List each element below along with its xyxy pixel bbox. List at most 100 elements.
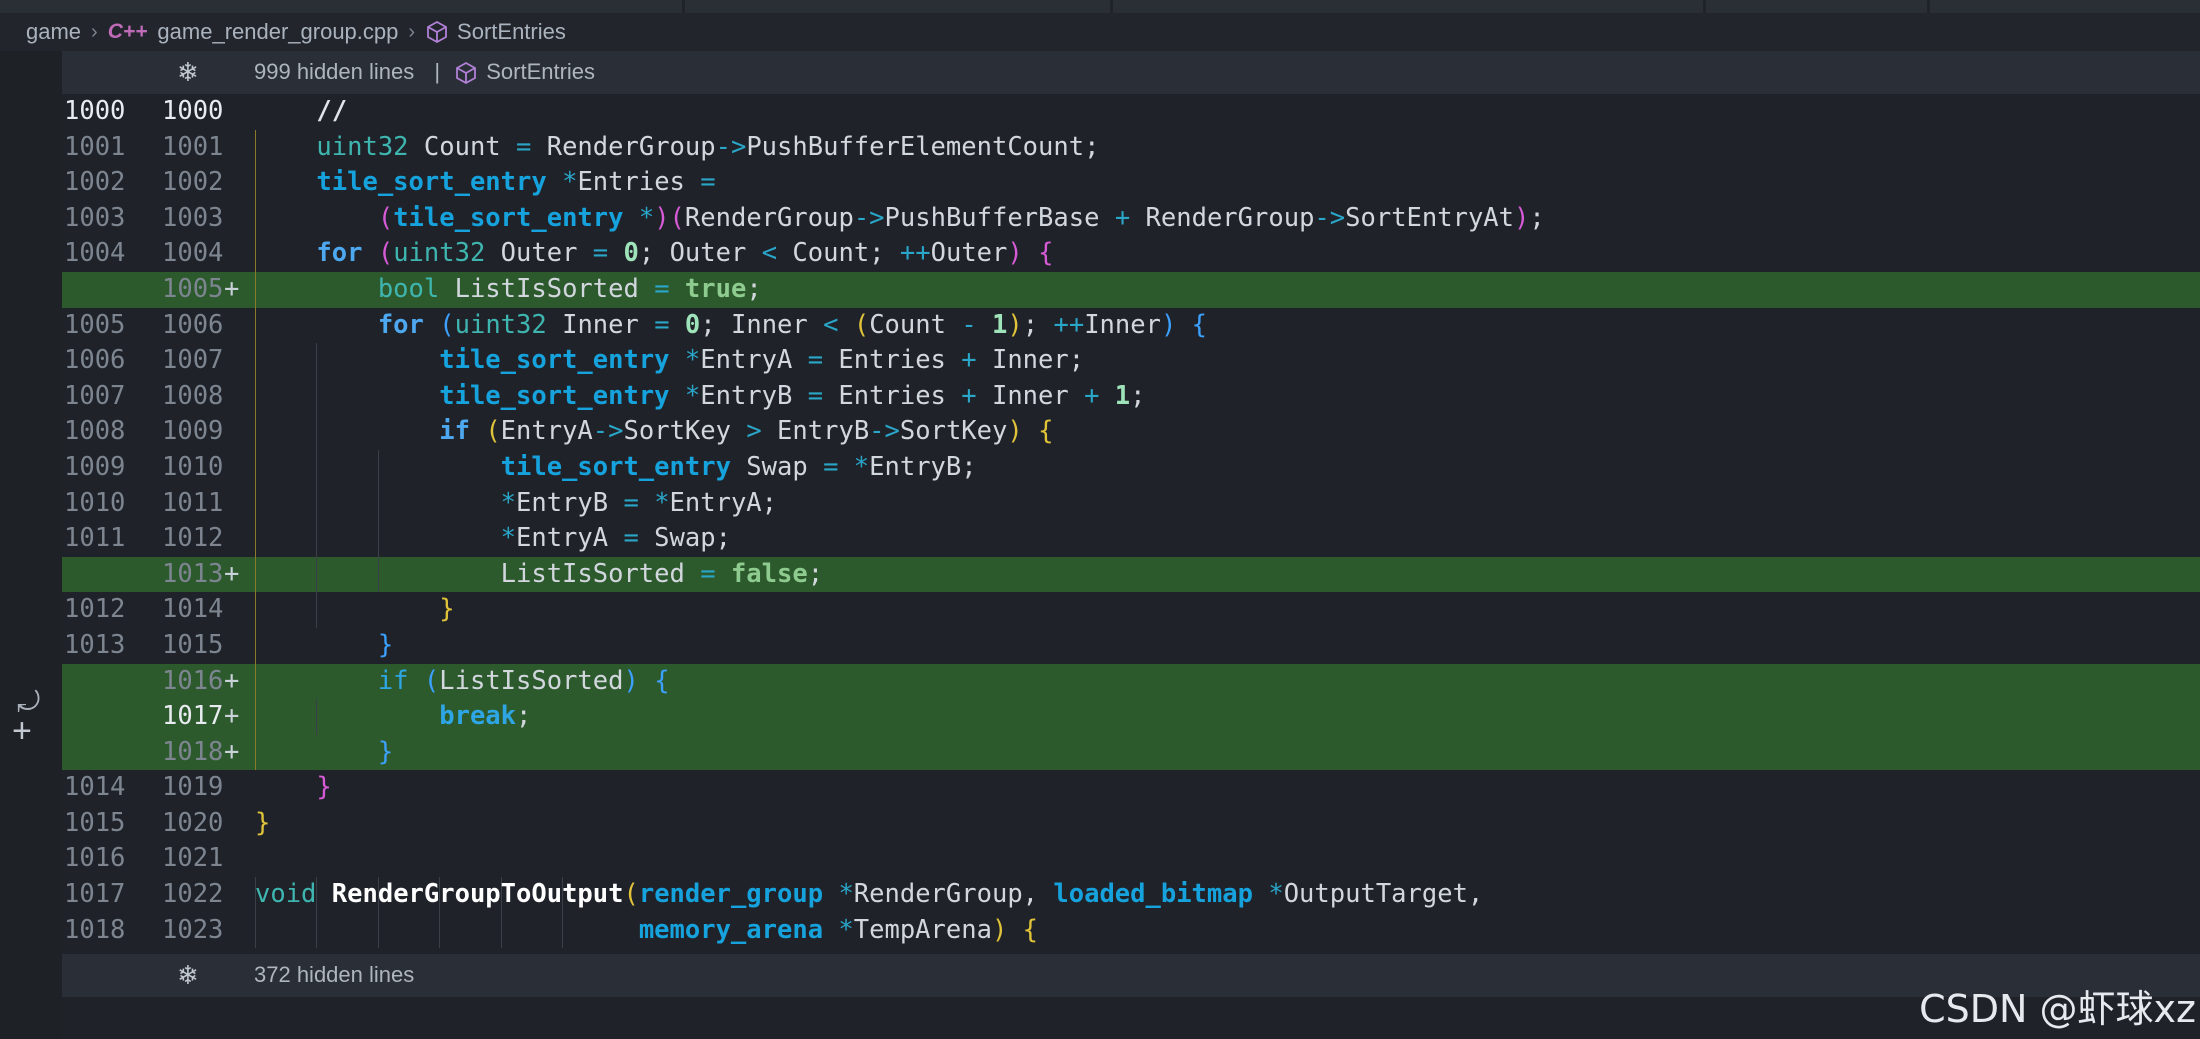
diff-added-line[interactable]: 1013 + ListIsSorted = false; bbox=[62, 556, 2200, 593]
modified-line-number: 1011 bbox=[162, 487, 224, 518]
code-text[interactable]: // bbox=[255, 94, 347, 130]
hidden-lines-fold-bottom[interactable]: ❄ 372 hidden lines bbox=[62, 954, 2200, 997]
original-line-number: 1006 bbox=[64, 345, 126, 376]
added-line-marker: + bbox=[224, 558, 240, 589]
code-text[interactable]: } bbox=[255, 806, 270, 842]
stage-change-icon[interactable]: + bbox=[12, 712, 32, 751]
code-line[interactable]: 1015 1020} bbox=[62, 806, 2200, 842]
modified-line-number: 1003 bbox=[162, 202, 224, 233]
code-text[interactable]: if (EntryA->SortKey > EntryB->SortKey) { bbox=[255, 414, 1053, 450]
code-text[interactable]: *EntryA = Swap; bbox=[255, 521, 731, 557]
code-line[interactable]: 1014 1019 } bbox=[62, 770, 2200, 806]
code-text[interactable]: memory_arena *TempArena) { bbox=[255, 913, 1038, 949]
modified-line-number: 1001 bbox=[162, 131, 224, 162]
modified-line-number: 1006 bbox=[162, 309, 224, 340]
original-line-number: 1012 bbox=[64, 594, 126, 625]
added-line-marker: + bbox=[224, 273, 240, 304]
diff-added-line[interactable]: 1017 + break; bbox=[62, 699, 2200, 735]
code-text[interactable]: } bbox=[255, 735, 393, 771]
diff-gutter-rail bbox=[0, 51, 62, 1039]
code-line[interactable]: 1007 1008 tile_sort_entry *EntryB = Entri… bbox=[62, 378, 2200, 415]
hidden-lines-fold-top[interactable]: ❄ 999 hidden lines | SortEntries bbox=[62, 51, 2200, 94]
code-text[interactable]: tile_sort_entry *EntryA = Entries + Inne… bbox=[255, 343, 1084, 379]
code-text[interactable]: void RenderGroupToOutput(render_group *R… bbox=[255, 877, 1483, 913]
original-line-number: 1003 bbox=[64, 202, 126, 233]
cube-icon bbox=[427, 20, 447, 44]
code-line[interactable]: 1002 1002 tile_sort_entry *Entries = bbox=[62, 165, 2200, 201]
diff-added-line[interactable]: 1018 + } bbox=[62, 734, 2200, 771]
code-line[interactable]: 1016 1021 bbox=[62, 841, 2200, 877]
modified-line-number: 1020 bbox=[162, 807, 224, 838]
added-line-marker: + bbox=[224, 736, 240, 767]
diff-added-line[interactable]: 1016 + if (ListIsSorted) { bbox=[62, 663, 2200, 700]
modified-line-number: 1015 bbox=[162, 629, 224, 660]
code-text[interactable]: bool ListIsSorted = true; bbox=[255, 272, 762, 308]
breadcrumb-folder[interactable]: game bbox=[26, 19, 81, 45]
code-line[interactable]: 1001 1001 uint32 Count = RenderGroup->Pus… bbox=[62, 129, 2200, 166]
hidden-lines-label: 999 hidden lines bbox=[254, 59, 415, 84]
code-line[interactable]: 1011 1012 *EntryA = Swap; bbox=[62, 521, 2200, 557]
watermark: CSDN @虾球xz bbox=[1919, 987, 2196, 1031]
original-line-number: 1014 bbox=[64, 772, 126, 803]
added-line-marker: + bbox=[224, 665, 240, 696]
code-line[interactable]: 1000 1000 // bbox=[62, 94, 2200, 130]
code-line[interactable]: 1005 1006 for (uint32 Inner = 0; Inner < … bbox=[62, 307, 2200, 344]
code-line[interactable]: 1012 1014 } bbox=[62, 592, 2200, 628]
code-text[interactable]: } bbox=[255, 628, 393, 664]
fold-context-symbol: SortEntries bbox=[486, 59, 596, 84]
code-line[interactable]: 1006 1007 tile_sort_entry *EntryA = Entri… bbox=[62, 343, 2200, 379]
added-line-marker: + bbox=[224, 701, 240, 732]
code-line[interactable]: 1008 1009 if (EntryA->SortKey > EntryB->S… bbox=[62, 414, 2200, 450]
original-line-number: 1011 bbox=[64, 523, 126, 554]
hidden-lines-label: 372 hidden lines bbox=[254, 962, 415, 987]
original-line-number: 1007 bbox=[64, 380, 126, 411]
original-line-number: 1017 bbox=[64, 879, 126, 910]
code-text[interactable]: (tile_sort_entry *)(RenderGroup->PushBuf… bbox=[255, 201, 1545, 237]
code-text[interactable]: tile_sort_entry *Entries = bbox=[255, 165, 715, 201]
modified-line-number: 1010 bbox=[162, 451, 224, 482]
code-line[interactable]: 1013 1015 } bbox=[62, 627, 2200, 664]
modified-line-number: 1021 bbox=[162, 843, 224, 874]
modified-line-number: 1009 bbox=[162, 416, 224, 447]
breadcrumb-file[interactable]: game_render_group.cpp bbox=[157, 19, 398, 45]
code-text[interactable]: *EntryB = *EntryA; bbox=[255, 486, 777, 522]
code-line[interactable]: 1004 1004 for (uint32 Outer = 0; Outer < … bbox=[62, 236, 2200, 272]
modified-line-number: 1004 bbox=[162, 238, 224, 269]
modified-line-number: 1019 bbox=[162, 772, 224, 803]
top-tab-strip bbox=[0, 0, 2200, 13]
diff-added-line[interactable]: 1005 + bool ListIsSorted = true; bbox=[62, 271, 2200, 308]
code-line[interactable]: 1009 1010 tile_sort_entry Swap = *EntryB; bbox=[62, 449, 2200, 486]
breadcrumb: game › C++ game_render_group.cpp › SortE… bbox=[0, 13, 2200, 51]
original-line-number: 1010 bbox=[64, 487, 126, 518]
code-text[interactable]: } bbox=[255, 770, 331, 806]
code-lines: 1000 1000 // 1001 1001 uint32 Count = Rende… bbox=[62, 94, 2200, 949]
code-text[interactable]: for (uint32 Outer = 0; Outer < Count; ++… bbox=[255, 236, 1053, 272]
code-line[interactable]: 1017 1022 void RenderGroupToOutput(render_… bbox=[62, 877, 2200, 913]
code-line[interactable]: 1010 1011 *EntryB = *EntryA; bbox=[62, 485, 2200, 522]
chevron-right-icon: › bbox=[91, 20, 98, 43]
code-text[interactable]: } bbox=[255, 592, 454, 628]
code-text[interactable]: uint32 Count = RenderGroup->PushBufferEl… bbox=[255, 130, 1099, 166]
diff-editor[interactable]: ❄ 999 hidden lines | SortEntries 1000 100… bbox=[62, 51, 2200, 1039]
original-line-number: 1015 bbox=[64, 807, 126, 838]
code-text[interactable]: ListIsSorted = false; bbox=[255, 557, 823, 593]
unfold-icon[interactable]: ❄ bbox=[177, 960, 199, 991]
chevron-right-icon: › bbox=[408, 20, 416, 43]
cpp-file-icon: C++ bbox=[107, 20, 148, 43]
original-line-number: 1000 bbox=[64, 96, 126, 126]
original-line-number: 1001 bbox=[64, 131, 126, 162]
original-line-number: 1013 bbox=[64, 629, 126, 660]
modified-line-number: 1012 bbox=[162, 523, 224, 554]
code-text[interactable]: tile_sort_entry Swap = *EntryB; bbox=[255, 450, 977, 486]
modified-line-number: 1014 bbox=[162, 594, 224, 625]
breadcrumb-symbol[interactable]: SortEntries bbox=[457, 19, 566, 45]
code-line[interactable]: 1018 1023 memory_arena *TempArena) { bbox=[62, 912, 2200, 949]
code-text[interactable]: break; bbox=[255, 699, 531, 735]
unfold-icon[interactable]: ❄ bbox=[177, 57, 199, 88]
code-text[interactable]: for (uint32 Inner = 0; Inner < (Count - … bbox=[255, 308, 1207, 344]
code-text[interactable]: tile_sort_entry *EntryB = Entries + Inne… bbox=[255, 379, 1145, 415]
original-line-number: 1016 bbox=[64, 843, 126, 874]
code-line[interactable]: 1003 1003 (tile_sort_entry *)(RenderGroup… bbox=[62, 200, 2200, 237]
code-text[interactable]: if (ListIsSorted) { bbox=[255, 664, 670, 700]
modified-line-number: 1007 bbox=[162, 345, 224, 376]
